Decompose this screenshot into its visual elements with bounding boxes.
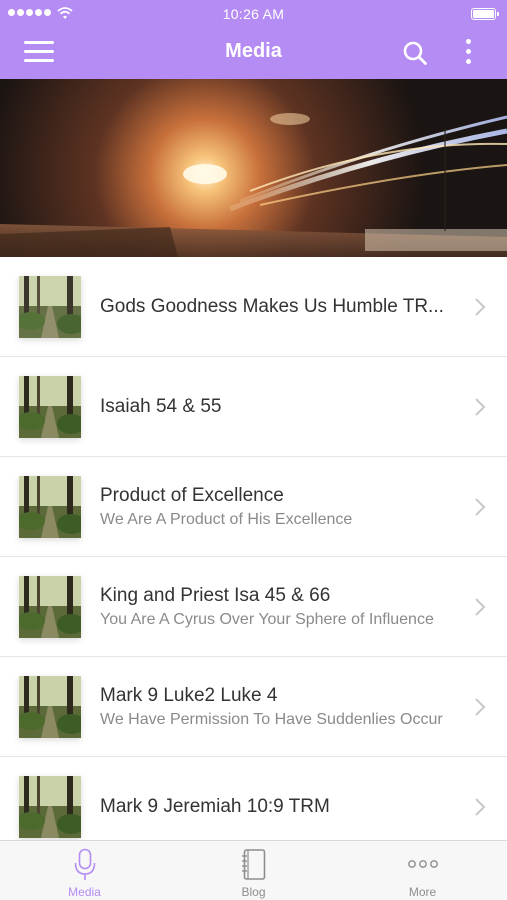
search-icon[interactable] [402, 40, 428, 66]
three-dots-icon [407, 860, 438, 868]
list-item[interactable]: Mark 9 Luke2 Luke 4 We Have Permission T… [0, 657, 507, 757]
forest-path-thumbnail [19, 776, 81, 838]
item-title: Isaiah 54 & 55 [100, 396, 222, 417]
tab-media[interactable]: Media [0, 841, 169, 900]
item-title: King and Priest Isa 45 & 66 [100, 584, 331, 606]
notebook-icon [241, 849, 265, 880]
tab-label: More [408, 885, 437, 899]
item-title: Mark 9 Luke2 Luke 4 [100, 684, 278, 706]
list-item[interactable]: Mark 9 Jeremiah 10:9 TRM [0, 757, 507, 840]
item-subtitle: We Are A Product of His Excellence [100, 510, 353, 528]
tab-blog[interactable]: Blog [169, 841, 338, 900]
item-subtitle: We Have Permission To Have Suddenlies Oc… [100, 710, 443, 728]
list-item[interactable]: Product of Excellence We Are A Product o… [0, 457, 507, 557]
microphone-icon [74, 848, 95, 880]
tab-more[interactable]: More [338, 841, 507, 900]
tab-bar: Media Blog More [0, 840, 507, 900]
chevron-right-icon [475, 498, 486, 516]
chevron-right-icon [475, 798, 486, 816]
list-item[interactable]: Isaiah 54 & 55 [0, 357, 507, 457]
status-bar: 10:26 AM [0, 0, 507, 28]
tab-label: Blog [241, 885, 266, 899]
chevron-right-icon [475, 398, 486, 416]
list-item[interactable]: King and Priest Isa 45 & 66 You Are A Cy… [0, 557, 507, 657]
item-title: Gods Goodness Makes Us Humble TR... [100, 296, 444, 317]
forest-path-thumbnail [19, 276, 81, 338]
list-item[interactable]: Gods Goodness Makes Us Humble TR... [0, 257, 507, 357]
item-subtitle: You Are A Cyrus Over Your Sphere of Infl… [100, 610, 434, 628]
top-bar: 10:26 AM Media [0, 0, 507, 79]
forest-path-thumbnail [19, 476, 81, 538]
forest-path-thumbnail [19, 576, 81, 638]
hero-banner-image [0, 79, 507, 257]
chevron-right-icon [475, 298, 486, 316]
vertical-ellipsis-icon[interactable] [461, 39, 475, 67]
item-title: Mark 9 Jeremiah 10:9 TRM [100, 796, 330, 817]
media-list: Gods Goodness Makes Us Humble TR... Isai [0, 257, 507, 840]
battery-icon [471, 8, 499, 20]
item-title: Product of Excellence [100, 484, 284, 506]
chevron-right-icon [475, 698, 486, 716]
forest-path-thumbnail [19, 676, 81, 738]
status-time: 10:26 AM [222, 6, 285, 22]
app-screen: 10:26 AM Media Gods Goodness Makes Us Hu… [0, 0, 507, 900]
tab-label: Media [68, 885, 101, 899]
chevron-right-icon [475, 598, 486, 616]
page-title: Media [225, 40, 282, 62]
navigation-bar: Media [0, 28, 507, 79]
forest-path-thumbnail [19, 376, 81, 438]
